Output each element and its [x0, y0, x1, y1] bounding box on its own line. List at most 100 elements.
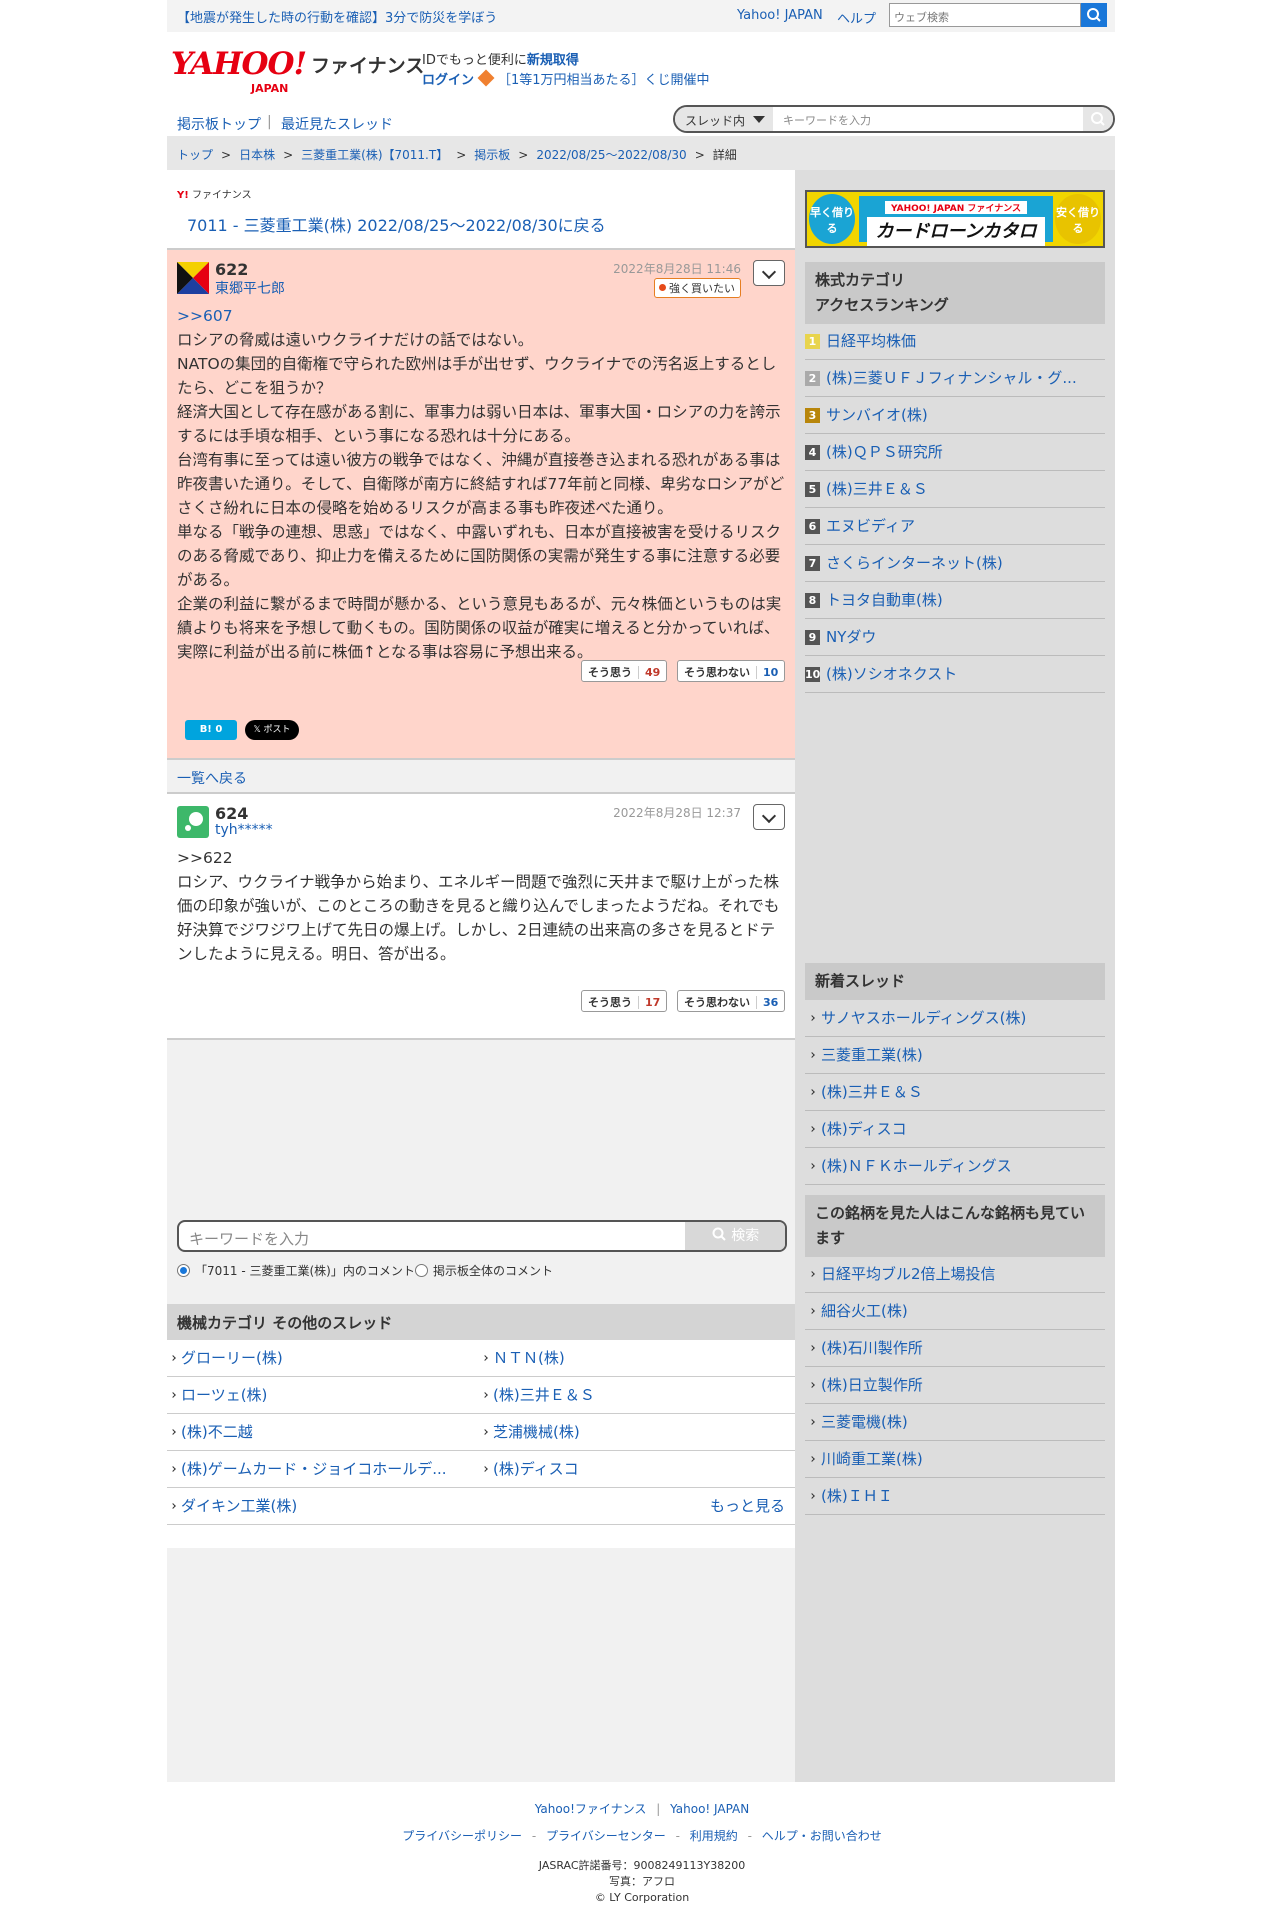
- hatena-bookmark-button[interactable]: B! 0: [185, 720, 237, 740]
- x-post-button[interactable]: 𝕏 ポスト: [245, 720, 299, 740]
- thread-search-button[interactable]: [1083, 107, 1113, 131]
- breadcrumb-board[interactable]: 掲示板: [474, 148, 510, 162]
- privacy-policy-link[interactable]: プライバシーポリシー: [402, 1829, 522, 1843]
- back-to-thread-link[interactable]: 7011 - 三菱重工業(株) 2022/08/25〜2022/08/30に戻る: [187, 212, 606, 236]
- footer-japan-link[interactable]: Yahoo! JAPAN: [670, 1802, 749, 1816]
- web-search-input[interactable]: ウェブ検索: [889, 3, 1081, 27]
- reply-link[interactable]: >>607: [177, 304, 785, 328]
- other-thread-item[interactable]: (株)不二越: [167, 1414, 479, 1451]
- avatar[interactable]: [177, 806, 209, 838]
- disagree-button[interactable]: そう思わない 10: [677, 660, 786, 682]
- ranking-item[interactable]: 2 (株)三菱ＵＦＪフィナンシャル・グ...: [805, 360, 1105, 397]
- comment-date: 2022年8月28日 12:37: [613, 806, 741, 820]
- recent-threads-link[interactable]: 最近見たスレッド: [281, 114, 393, 134]
- also-viewed-item[interactable]: 細谷火工(株): [805, 1293, 1105, 1330]
- card-loan-ad-banner[interactable]: 早く借りる YAHOO! JAPAN ファイナンス カードローンカタログ 安く借…: [805, 190, 1105, 248]
- also-viewed-item[interactable]: (株)ＩＨＩ: [805, 1478, 1105, 1515]
- new-thread-item[interactable]: (株)三井Ｅ＆Ｓ: [805, 1074, 1105, 1111]
- breadcrumb-period[interactable]: 2022/08/25〜2022/08/30: [536, 148, 686, 162]
- finance-service-name[interactable]: ファイナンス: [311, 51, 424, 78]
- ranking-item[interactable]: 7 さくらインターネット(株): [805, 545, 1105, 582]
- help-contact-link[interactable]: ヘルプ・お問い合わせ: [762, 1829, 882, 1843]
- agree-button[interactable]: そう思う 49: [581, 660, 668, 682]
- main-column: Y! ファイナンス 7011 - 三菱重工業(株) 2022/08/25〜202…: [167, 170, 795, 1782]
- rank-number: 9: [805, 630, 820, 645]
- other-thread-item[interactable]: (株)三井Ｅ＆Ｓ: [479, 1377, 795, 1414]
- comment-menu-button[interactable]: [753, 804, 785, 830]
- ranking-title-line1: 株式カテゴリ: [815, 271, 906, 289]
- comment-menu-button[interactable]: [753, 260, 785, 286]
- ad-space: [167, 1038, 795, 1220]
- new-thread-item[interactable]: サノヤスホールディングス(株): [805, 1000, 1105, 1037]
- comment-number[interactable]: 624: [215, 804, 248, 823]
- login-link[interactable]: ログイン: [422, 73, 474, 88]
- breadcrumb-company[interactable]: 三菱重工業(株)【7011.T】: [301, 148, 448, 162]
- ranking-item[interactable]: 1 日経平均株価: [805, 323, 1105, 360]
- reply-link[interactable]: >>622: [177, 846, 785, 870]
- scope-thread-radio[interactable]: 「7011 - 三菱重工業(株)」内のコメント: [177, 1262, 415, 1279]
- disagree-button[interactable]: そう思わない 36: [677, 990, 786, 1012]
- back-to-list-link[interactable]: 一覧へ戻る: [167, 758, 795, 792]
- also-viewed-item[interactable]: (株)日立製作所: [805, 1367, 1105, 1404]
- other-threads: 機械カテゴリ その他のスレッド グローリー(株) ＮＴＮ(株) ローツェ(株) …: [167, 1304, 795, 1548]
- comment-line: NATOの集団的自衛権で守られた欧州は手が出せず、ウクライナでの汚名返上するとし…: [177, 355, 777, 397]
- comment-search-button[interactable]: 検索: [685, 1222, 785, 1250]
- comment-number[interactable]: 622: [215, 260, 248, 279]
- other-thread-item[interactable]: (株)ゲームカード・ジョイコホールデ...: [167, 1451, 479, 1488]
- board-top-link[interactable]: 掲示板トップ: [177, 114, 261, 134]
- rank-number: 6: [805, 519, 820, 534]
- also-viewed-item[interactable]: 日経平均ブル2倍上場投信: [805, 1256, 1105, 1293]
- ranking-item-label: サンバイオ(株): [826, 406, 928, 424]
- id-promo: IDでもっと便利に新規取得: [422, 49, 579, 68]
- also-viewed-item[interactable]: (株)石川製作所: [805, 1330, 1105, 1367]
- breadcrumb-top[interactable]: トップ: [177, 148, 213, 162]
- agree-button[interactable]: そう思う 17: [581, 990, 668, 1012]
- comment-user[interactable]: tyh*****: [215, 822, 273, 838]
- avatar[interactable]: [177, 262, 209, 294]
- other-thread-item[interactable]: (株)ディスコ: [479, 1451, 795, 1488]
- thread-keyword-input[interactable]: キーワードを入力: [783, 112, 871, 128]
- other-thread-item[interactable]: ローツェ(株): [167, 1377, 479, 1414]
- breadcrumb-japan-stocks[interactable]: 日本株: [239, 148, 275, 162]
- ranking-item[interactable]: 8 トヨタ自動車(株): [805, 582, 1105, 619]
- footer: Yahoo!ファイナンス | Yahoo! JAPAN プライバシーポリシー -…: [0, 1800, 1284, 1906]
- other-thread-item[interactable]: グローリー(株): [167, 1340, 479, 1377]
- ranking-item[interactable]: 3 サンバイオ(株): [805, 397, 1105, 434]
- new-thread-item[interactable]: 三菱重工業(株): [805, 1037, 1105, 1074]
- ranking-item[interactable]: 9 NYダウ: [805, 619, 1105, 656]
- other-thread-item[interactable]: ＮＴＮ(株): [479, 1340, 795, 1377]
- new-thread-item[interactable]: (株)ＮＦＫホールディングス: [805, 1148, 1105, 1185]
- ranking-item[interactable]: 4 (株)ＱＰＳ研究所: [805, 434, 1105, 471]
- footer-info: JASRAC許諾番号：9008249113Y38200 写真：アフロ © LY …: [0, 1858, 1284, 1906]
- footer-finance-link[interactable]: Yahoo!ファイナンス: [535, 1802, 647, 1816]
- agree-count: 49: [638, 666, 660, 679]
- ranking-item-label: 日経平均株価: [826, 332, 917, 350]
- yahoo-japan-link[interactable]: Yahoo! JAPAN: [737, 8, 823, 23]
- agree-label: そう思う: [588, 996, 632, 1009]
- comment-line: 単なる「戦争の連想、思惑」ではなく、中露いずれも、日本が直接被害を受けるリスクの…: [177, 523, 782, 589]
- comment-post: 624 tyh***** 2022年8月28日 12:37 >>622 ロシア、…: [167, 792, 795, 1038]
- web-search-button[interactable]: [1081, 3, 1107, 27]
- earthquake-alert-link[interactable]: 【地震が発生した時の行動を確認】3分で防災を学ぼう: [177, 7, 497, 26]
- ranking-item[interactable]: 5 (株)三井Ｅ＆Ｓ: [805, 471, 1105, 508]
- disagree-count: 36: [756, 996, 778, 1009]
- terms-link[interactable]: 利用規約: [690, 1829, 738, 1843]
- breadcrumb: トップ > 日本株 > 三菱重工業(株)【7011.T】 > 掲示板 >2022/08/25〜…: [167, 136, 1115, 170]
- yahoo-logo[interactable]: YAHOO!: [171, 46, 307, 82]
- also-viewed-item[interactable]: 川崎重工業(株): [805, 1441, 1105, 1478]
- scope-board-radio[interactable]: 掲示板全体のコメント: [415, 1262, 553, 1279]
- more-threads-link[interactable]: もっと見る: [710, 1495, 785, 1516]
- register-link[interactable]: 新規取得: [527, 53, 579, 68]
- also-viewed-item[interactable]: 三菱電機(株): [805, 1404, 1105, 1441]
- lottery-link[interactable]: ［1等1万円相当あたる］くじ開催中: [498, 73, 710, 88]
- new-thread-item[interactable]: (株)ディスコ: [805, 1111, 1105, 1148]
- comment-user[interactable]: 東郷平七郎: [215, 278, 285, 298]
- comment-search-input[interactable]: キーワードを入力: [189, 1228, 309, 1249]
- other-thread-item[interactable]: ダイキン工業(株): [167, 1488, 795, 1525]
- other-thread-item[interactable]: 芝浦機械(株): [479, 1414, 795, 1451]
- search-scope-select[interactable]: スレッド内: [675, 107, 773, 131]
- ranking-item[interactable]: 10 (株)ソシオネクスト: [805, 656, 1105, 693]
- privacy-center-link[interactable]: プライバシーセンター: [546, 1829, 666, 1843]
- ranking-item[interactable]: 6 エヌビディア: [805, 508, 1105, 545]
- help-link[interactable]: ヘルプ: [837, 8, 876, 27]
